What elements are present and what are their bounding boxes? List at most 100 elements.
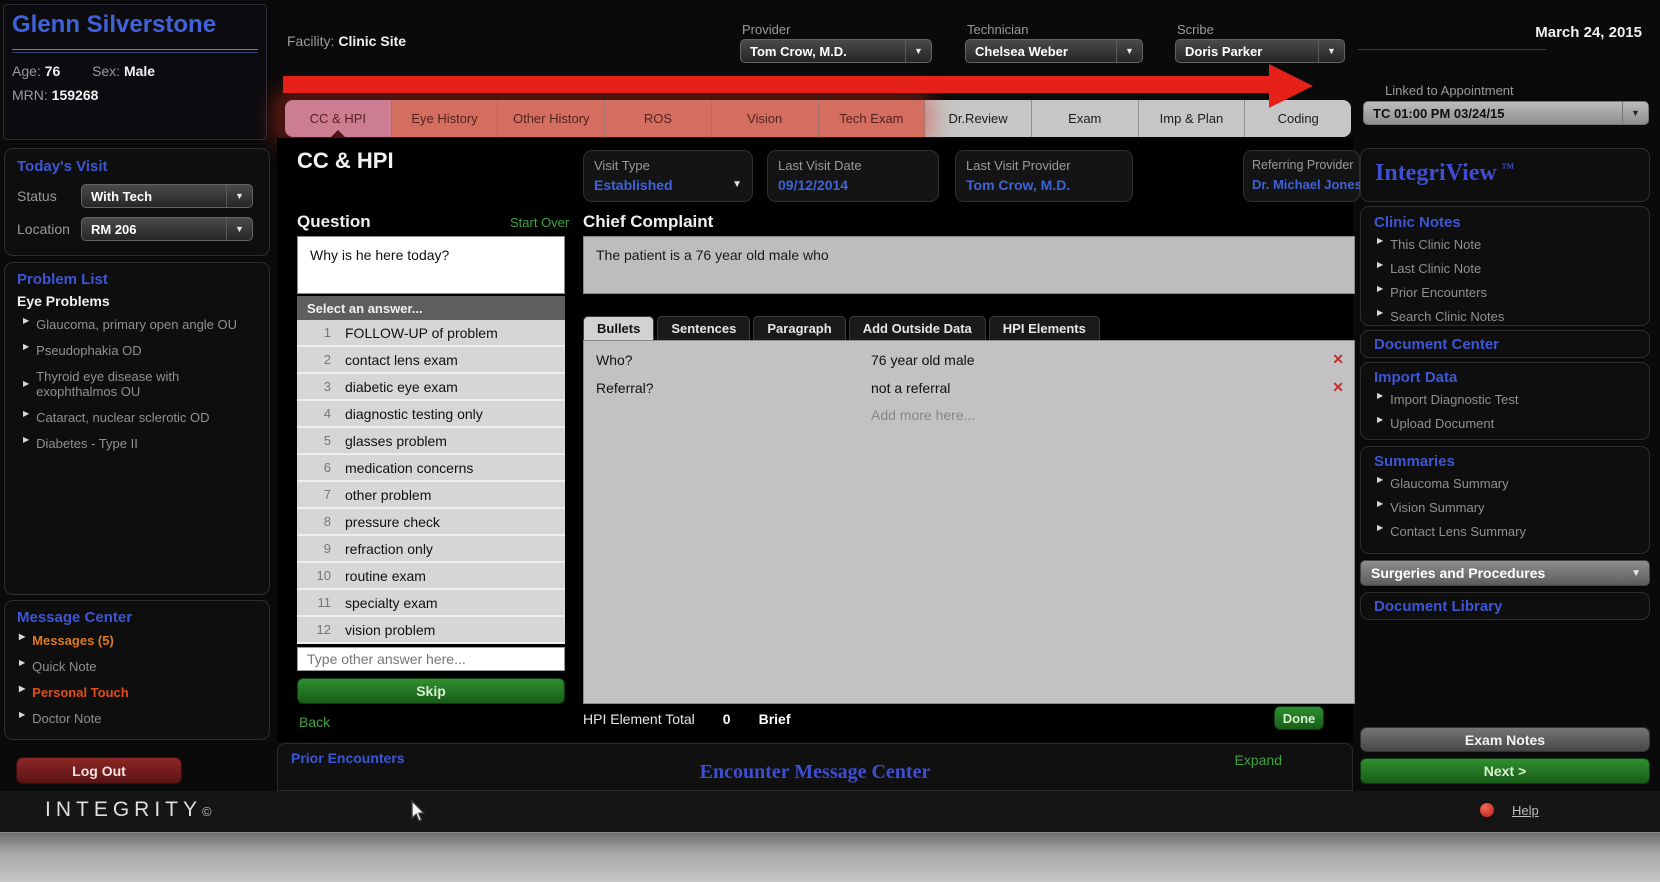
referring-provider-value: Dr. Michael Jones	[1252, 177, 1362, 192]
surgeries-procedures-dropdown[interactable]: Surgeries and Procedures ▼	[1360, 560, 1650, 586]
status-label: Status	[17, 188, 57, 204]
quick-note-link[interactable]: ▶ Quick Note	[19, 658, 129, 674]
chevron-down-icon: ▼	[1622, 567, 1641, 579]
message-center-title: Message Center	[17, 609, 133, 626]
tab-add-outside-data[interactable]: Add Outside Data	[848, 316, 986, 340]
tab-other-history[interactable]: Other History	[498, 100, 606, 137]
answer-row[interactable]: 11 specialty exam	[297, 590, 565, 617]
glaucoma-summary-link[interactable]: ▶ Glaucoma Summary	[1377, 475, 1526, 491]
problem-item[interactable]: ▶ Thyroid eye disease with exophthalmos O…	[23, 369, 261, 399]
trademark-symbol: ™	[1501, 160, 1515, 175]
this-clinic-note-link[interactable]: ▶ This Clinic Note	[1377, 236, 1504, 252]
upload-document-link[interactable]: ▶ Upload Document	[1377, 415, 1519, 431]
hpi-entry-row: Who? 76 year old male ✕	[596, 351, 1344, 368]
ehr-application: Glenn Silverstone Age: 76 Sex: Male MRN:…	[0, 0, 1660, 882]
import-diagnostic-test-link[interactable]: ▶ Import Diagnostic Test	[1377, 391, 1519, 407]
problem-item[interactable]: ▶ Pseudophakia OD	[23, 342, 261, 358]
linked-appointment-dropdown[interactable]: TC 01:00 PM 03/24/15 ▼	[1363, 101, 1649, 125]
provider-dropdown[interactable]: Tom Crow, M.D. ▼	[740, 39, 932, 63]
technician-dropdown[interactable]: Chelsea Weber ▼	[965, 39, 1143, 63]
answer-row[interactable]: 10 routine exam	[297, 563, 565, 590]
tab-paragraph[interactable]: Paragraph	[753, 316, 846, 340]
expand-arrow-icon: ▶	[19, 658, 26, 667]
location-dropdown[interactable]: RM 206 ▼	[81, 217, 253, 241]
answer-row[interactable]: 3 diabetic eye exam	[297, 374, 565, 401]
doctor-note-link[interactable]: ▶ Doctor Note	[19, 710, 129, 726]
answer-row[interactable]: 4 diagnostic testing only	[297, 401, 565, 428]
chevron-down-icon: ▼	[226, 185, 252, 207]
status-dropdown[interactable]: With Tech ▼	[81, 184, 253, 208]
tab-vision[interactable]: Vision	[711, 100, 819, 137]
import-data-title: Import Data	[1374, 369, 1458, 386]
add-more-placeholder[interactable]: Add more here...	[871, 407, 975, 423]
remove-entry-icon[interactable]: ✕	[1332, 379, 1344, 396]
chevron-down-icon[interactable]: ▼	[732, 179, 742, 190]
hpi-content-area: Who? 76 year old male ✕ Referral? not a …	[583, 340, 1355, 704]
vision-summary-link[interactable]: ▶ Vision Summary	[1377, 499, 1526, 515]
answer-row[interactable]: 5 glasses problem	[297, 428, 565, 455]
answer-row[interactable]: 7 other problem	[297, 482, 565, 509]
problem-list-title: Problem List	[17, 271, 108, 288]
other-answer-input[interactable]	[297, 647, 565, 671]
logout-button[interactable]: Log Out	[16, 757, 182, 784]
done-button[interactable]: Done	[1274, 706, 1324, 730]
document-center-title: Document Center	[1374, 336, 1500, 353]
visit-type-value[interactable]: Established	[594, 177, 673, 193]
hpi-level-value: Brief	[758, 711, 791, 727]
encounter-tab-bar: CC & HPI Eye History Other History ROS V…	[285, 100, 1352, 137]
document-center-panel[interactable]: Document Center	[1360, 330, 1650, 358]
tab-ros[interactable]: ROS	[605, 100, 712, 137]
answer-row[interactable]: 12 vision problem	[297, 617, 565, 644]
technician-value: Chelsea Weber	[975, 43, 1068, 59]
tab-coding[interactable]: Coding	[1245, 100, 1352, 137]
tab-dr-review[interactable]: Dr.Review	[925, 100, 1032, 137]
expand-arrow-icon: ▶	[1377, 391, 1384, 400]
last-clinic-note-link[interactable]: ▶ Last Clinic Note	[1377, 260, 1504, 276]
exam-notes-button[interactable]: Exam Notes	[1360, 727, 1650, 752]
search-clinic-notes-link[interactable]: ▶ Search Clinic Notes	[1377, 308, 1504, 324]
expand-link[interactable]: Expand	[1235, 752, 1282, 768]
scribe-dropdown[interactable]: Doris Parker ▼	[1175, 39, 1345, 63]
contact-lens-summary-link[interactable]: ▶ Contact Lens Summary	[1377, 523, 1526, 539]
tab-tech-exam[interactable]: Tech Exam	[818, 100, 926, 137]
brand-panel: IntegriView ™	[1360, 148, 1650, 202]
skip-button[interactable]: Skip	[297, 678, 565, 704]
expand-arrow-icon: ▶	[1377, 415, 1384, 424]
chevron-down-icon: ▼	[226, 218, 252, 240]
tab-cc-hpi[interactable]: CC & HPI	[285, 100, 392, 137]
chief-complaint-box[interactable]: The patient is a 76 year old male who	[583, 236, 1355, 294]
chevron-down-icon: ▼	[905, 40, 931, 62]
problem-item[interactable]: ▶ Diabetes - Type II	[23, 435, 261, 451]
tab-exam[interactable]: Exam	[1031, 100, 1139, 137]
answer-row[interactable]: 1 FOLLOW-UP of problem	[297, 320, 565, 347]
hpi-tab-bar: Bullets Sentences Paragraph Add Outside …	[583, 316, 1103, 340]
help-link[interactable]: Help	[1512, 803, 1539, 818]
tab-hpi-elements[interactable]: HPI Elements	[988, 316, 1100, 340]
answer-row[interactable]: 8 pressure check	[297, 509, 565, 536]
messages-link[interactable]: ▶ Messages (5)	[19, 632, 129, 648]
remove-entry-icon[interactable]: ✕	[1332, 351, 1344, 368]
expand-arrow-icon: ▶	[23, 378, 30, 388]
expand-arrow-icon: ▶	[1377, 499, 1384, 508]
tab-eye-history[interactable]: Eye History	[391, 100, 499, 137]
date-divider	[1358, 49, 1546, 50]
answer-row[interactable]: 9 refraction only	[297, 536, 565, 563]
personal-touch-link[interactable]: ▶ Personal Touch	[19, 684, 129, 700]
answer-row[interactable]: 6 medication concerns	[297, 455, 565, 482]
answer-list: 1 FOLLOW-UP of problem 2 contact lens exam…	[297, 320, 565, 644]
document-library-panel[interactable]: Document Library	[1360, 592, 1650, 620]
tab-bullets[interactable]: Bullets	[583, 316, 655, 340]
problem-item[interactable]: ▶ Cataract, nuclear sclerotic OD	[23, 409, 261, 425]
problem-item[interactable]: ▶ Glaucoma, primary open angle OU	[23, 316, 261, 332]
answer-row[interactable]: 2 contact lens exam	[297, 347, 565, 374]
tab-imp-plan[interactable]: Imp & Plan	[1138, 100, 1246, 137]
expand-arrow-icon: ▶	[1377, 308, 1384, 317]
start-over-link[interactable]: Start Over	[510, 215, 569, 230]
technician-label: Technician	[967, 22, 1029, 37]
expand-arrow-icon: ▶	[1377, 523, 1384, 532]
next-button[interactable]: Next >	[1360, 758, 1650, 784]
prior-encounters-link[interactable]: ▶ Prior Encounters	[1377, 284, 1504, 300]
tab-sentences[interactable]: Sentences	[657, 316, 751, 340]
back-link[interactable]: Back	[299, 714, 330, 730]
chevron-down-icon: ▼	[1318, 40, 1344, 62]
